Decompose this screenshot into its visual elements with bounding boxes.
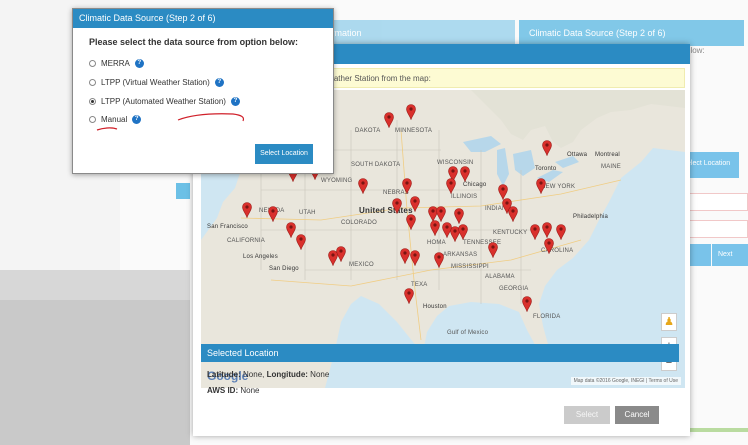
map-label-philadelphia: Philadelphia [573,214,609,220]
map-label-south-dakota: SOUTH DAKOTA [351,162,401,168]
map-label-new-york: NEW YORK [541,184,576,190]
weather-station-pin-icon[interactable] [410,196,420,212]
weather-station-pin-icon[interactable] [402,178,412,194]
weather-station-pin-icon[interactable] [508,206,518,222]
weather-station-pin-icon[interactable] [530,224,540,240]
street-view-pegman-icon[interactable]: ♟ [661,313,677,331]
weather-station-pin-icon[interactable] [358,178,368,194]
weather-station-pin-icon[interactable] [542,140,552,156]
map-label-minnesota: MINNESOTA [395,128,433,134]
weather-station-pin-icon[interactable] [522,296,532,312]
map-label-colorado: COLORADO [341,220,377,226]
background-next-button[interactable]: Next [712,244,748,266]
map-label-montreal: Montreal [595,152,620,158]
map-label-utah: UTAH [299,210,316,216]
map-label-dakota: DAKOTA [355,128,381,134]
map-label-los-angeles: Los Angeles [243,254,278,260]
selected-location-header: Selected Location [201,344,679,362]
map-label-california: CALIFORNIA [227,238,266,244]
map-label-chicago: Chicago [463,182,487,188]
weather-station-pin-icon[interactable] [286,222,296,238]
weather-station-pin-icon[interactable] [488,242,498,258]
longitude-value: None [310,370,330,379]
weather-station-pin-icon[interactable] [296,234,306,250]
background-field[interactable] [683,220,748,238]
weather-station-pin-icon[interactable] [544,238,554,254]
weather-station-pin-icon[interactable] [430,220,440,236]
map-label-united-states: United States [359,206,413,215]
map-label-san-francisco: San Francisco [207,224,248,230]
wizard-tabs: ject Information Climatic Data Source (S… [290,20,748,46]
map-label-illinois: ILLINOIS [451,194,478,200]
weather-station-pin-icon[interactable] [392,198,402,214]
map-label-mississippi: MISSISSIPPI [451,264,489,270]
climatic-data-source-dialog: Climatic Data Source (Step 2 of 6) Pleas… [72,8,334,174]
weather-station-pin-icon[interactable] [460,166,470,182]
map-label-toronto: Toronto [535,166,557,172]
weather-station-pin-icon[interactable] [410,250,420,266]
map-label-oklahoma: HOMA [427,240,446,246]
weather-station-pin-icon[interactable] [442,222,452,238]
map-label-gulf-of-mexico: Gulf of Mexico [447,330,489,336]
map-credit[interactable]: Map data ©2016 Google, INEGI | Terms of … [570,377,681,385]
weather-station-pin-icon[interactable] [384,112,394,128]
map-label-georgia: GEORGIA [499,286,529,292]
map-label-florida: FLORIDA [533,314,561,320]
map-label-san-diego: San Diego [269,266,299,272]
map-label-arkansas: ARKANSAS [443,252,478,258]
background-select-location-button[interactable]: elect Location [683,152,739,178]
aws-id-value: None [240,386,260,395]
map-label-wyoming: WYOMING [321,178,353,184]
background-field[interactable] [683,193,748,211]
weather-station-pin-icon[interactable] [556,224,566,240]
longitude-label: Longitude: [266,370,308,379]
weather-station-pin-icon[interactable] [458,224,468,240]
weather-station-pin-icon[interactable] [406,104,416,120]
background-accent-strip [176,183,190,199]
tab-climatic-data-source[interactable]: Climatic Data Source (Step 2 of 6) [519,20,744,46]
weather-station-pin-icon[interactable] [328,250,338,266]
map-label-mexico: MEXICO [349,262,374,268]
cancel-button[interactable]: Cancel [615,406,659,424]
latitude-value: None, [243,370,265,379]
map-label-houston: Houston [423,304,447,310]
weather-station-pin-icon[interactable] [454,208,464,224]
weather-station-pin-icon[interactable] [404,288,414,304]
background-left-area-lower [0,300,190,445]
weather-station-pin-icon[interactable] [242,202,252,218]
select-location-button[interactable]: Select Location [255,144,313,164]
weather-station-pin-icon[interactable] [434,252,444,268]
map-label-maine: MAINE [601,164,622,170]
weather-station-pin-icon[interactable] [400,248,410,264]
latitude-label: Latitude: [207,370,241,379]
select-button-disabled[interactable]: Select [564,406,610,424]
weather-station-pin-icon[interactable] [536,178,546,194]
weather-station-pin-icon[interactable] [268,206,278,222]
coordinates-line: Latitude: None, Longitude: None [207,370,329,379]
map-label-alabama: ALABAMA [485,274,515,280]
map-label-kentucky: KENTUCKY [493,230,528,236]
weather-station-pin-icon[interactable] [406,214,416,230]
weather-station-pin-icon[interactable] [542,222,552,238]
aws-id-line: AWS ID: None [207,386,259,395]
map-label-ottawa: Ottawa [567,152,588,158]
weather-station-pin-icon[interactable] [446,178,456,194]
aws-id-label: AWS ID: [207,386,239,395]
